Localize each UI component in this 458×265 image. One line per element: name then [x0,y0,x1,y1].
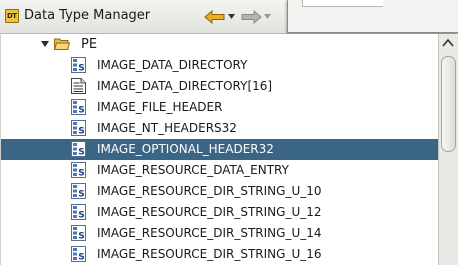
structure-icon: S [71,141,86,158]
tree-item[interactable]: S IMAGE_FILE_HEADER [1,97,438,118]
tree-item-label: IMAGE_RESOURCE_DATA_ENTRY [97,163,289,177]
tree-item-label: IMAGE_RESOURCE_DIR_STRING_U_14 [97,226,322,240]
title-icon-text: DT [7,12,17,20]
structure-icon: S [71,57,86,74]
window-title: Data Type Manager [24,8,151,23]
tree-item-label: IMAGE_OPTIONAL_HEADER32 [97,142,274,156]
svg-text:S: S [78,148,84,158]
array-icon [71,78,86,94]
tree-item-label: IMAGE_DATA_DIRECTORY[16] [97,79,273,93]
structure-icon: S [71,204,86,221]
data-type-manager-window: DT Data Type Manager PE S IMAGE_DATA_DIR… [0,0,458,265]
structure-icon: S [71,162,86,179]
svg-text:S: S [78,253,84,263]
structure-icon: S [71,225,86,242]
tree-item-label: IMAGE_DATA_DIRECTORY [97,58,248,72]
svg-text:S: S [78,169,84,179]
vertical-scrollbar[interactable] [438,34,458,265]
tree-item-label: IMAGE_NT_HEADERS32 [97,121,237,135]
structure-icon: S [71,120,86,137]
scrollbar-thumb[interactable] [441,56,456,152]
structure-icon: S [71,99,86,116]
svg-text:S: S [78,190,84,200]
back-arrow-icon[interactable] [204,10,226,24]
tree-item-label: IMAGE_RESOURCE_DIR_STRING_U_10 [97,184,322,198]
svg-text:S: S [78,211,84,221]
tree-item-label: IMAGE_RESOURCE_DIR_STRING_U_12 [97,205,322,219]
tree-item[interactable]: S IMAGE_RESOURCE_DIR_STRING_U_16 [1,244,438,265]
expand-triangle-icon[interactable] [41,40,49,48]
tree-item[interactable]: S IMAGE_RESOURCE_DIR_STRING_U_14 [1,223,438,244]
svg-text:S: S [78,106,84,116]
tree-item[interactable]: IMAGE_DATA_DIRECTORY[16] [1,76,438,97]
folder-open-icon [54,38,70,50]
overlapping-window [287,0,458,33]
tree-item[interactable]: S IMAGE_RESOURCE_DATA_ENTRY [1,160,438,181]
tree-folder-pe[interactable]: PE [1,34,438,55]
back-history-dropdown-icon[interactable] [228,14,235,20]
svg-text:S: S [78,232,84,242]
structure-icon: S [71,183,86,200]
folder-label: PE [81,37,98,52]
svg-text:S: S [78,127,84,137]
data-type-manager-icon: DT [5,9,19,23]
forward-arrow-icon[interactable] [240,10,262,24]
tree-item[interactable]: S IMAGE_NT_HEADERS32 [1,118,438,139]
tree-item[interactable]: S IMAGE_RESOURCE_DIR_STRING_U_10 [1,181,438,202]
tree-item[interactable]: S IMAGE_RESOURCE_DIR_STRING_U_12 [1,202,438,223]
data-type-tree[interactable]: PE S IMAGE_DATA_DIRECTORY IMAGE_DATA_DIREC… [0,34,438,265]
svg-text:S: S [78,64,84,74]
overlapping-window-panel [302,0,383,7]
tree-item[interactable]: S IMAGE_DATA_DIRECTORY [1,55,438,76]
structure-icon: S [71,246,86,263]
tree-item-label: IMAGE_FILE_HEADER [97,100,223,114]
tree-item-label: IMAGE_RESOURCE_DIR_STRING_U_16 [97,247,322,261]
scroll-up-arrow-icon[interactable] [442,38,454,48]
tree-item[interactable]: S IMAGE_OPTIONAL_HEADER32 [1,139,438,160]
forward-history-dropdown-icon[interactable] [264,14,271,20]
title-bar: DT Data Type Manager [0,0,458,34]
